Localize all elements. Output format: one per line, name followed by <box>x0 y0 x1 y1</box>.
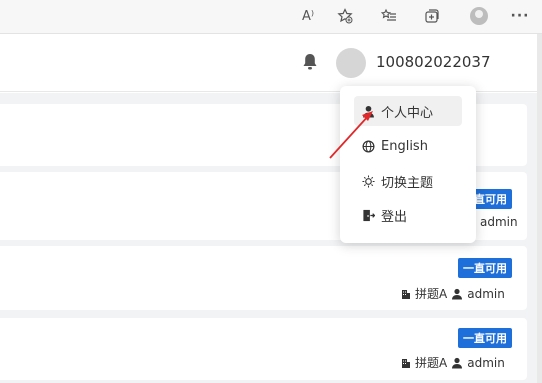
card-meta: 拼题A admin <box>401 285 505 302</box>
menu-item-logout[interactable]: 登出 <box>354 200 415 230</box>
username[interactable]: 100802022037 <box>376 53 491 71</box>
menu-item-profile[interactable]: 个人中心 <box>354 96 462 126</box>
user-icon <box>452 357 463 368</box>
list-card[interactable]: 一直可用 拼题A admin <box>0 246 527 310</box>
add-favorite-icon[interactable] <box>333 6 357 26</box>
author-name: admin <box>467 286 505 301</box>
group-name: 拼题A <box>415 356 448 370</box>
card-meta: admin <box>480 215 518 229</box>
logout-icon <box>363 209 375 221</box>
scrollbar[interactable] <box>537 34 542 383</box>
user-dropdown-menu: 个人中心 English 切换主题 登出 <box>340 86 476 243</box>
building-icon <box>402 289 410 299</box>
collections-icon[interactable] <box>420 6 444 26</box>
author-name: admin <box>480 215 518 229</box>
read-aloud-icon[interactable]: A⁾ <box>296 6 320 26</box>
menu-item-label: English <box>381 138 428 154</box>
user-icon <box>452 288 463 299</box>
list-card[interactable]: 一直可用 拼题A admin <box>0 318 527 380</box>
favorites-icon[interactable] <box>377 6 401 26</box>
menu-item-label: 切换主题 <box>381 175 434 191</box>
profile-icon[interactable] <box>467 6 491 26</box>
building-icon <box>402 358 410 368</box>
bell-icon[interactable] <box>302 53 318 71</box>
status-badge: 一直可用 <box>458 328 512 348</box>
group-name: 拼题A <box>415 287 448 301</box>
menu-item-theme[interactable]: 切换主题 <box>354 166 441 196</box>
menu-item-label: 登出 <box>381 209 408 225</box>
author-name: admin <box>467 355 505 370</box>
sun-icon <box>362 174 375 188</box>
more-options-icon[interactable]: ··· <box>508 6 532 26</box>
menu-item-language[interactable]: English <box>354 131 436 161</box>
avatar[interactable] <box>336 48 366 78</box>
user-icon <box>363 105 374 117</box>
menu-item-label: 个人中心 <box>381 105 434 121</box>
browser-toolbar: A⁾ ··· <box>0 0 542 34</box>
card-meta: 拼题A admin <box>401 354 505 371</box>
status-badge: 一直可用 <box>458 258 512 278</box>
globe-icon <box>362 140 375 152</box>
